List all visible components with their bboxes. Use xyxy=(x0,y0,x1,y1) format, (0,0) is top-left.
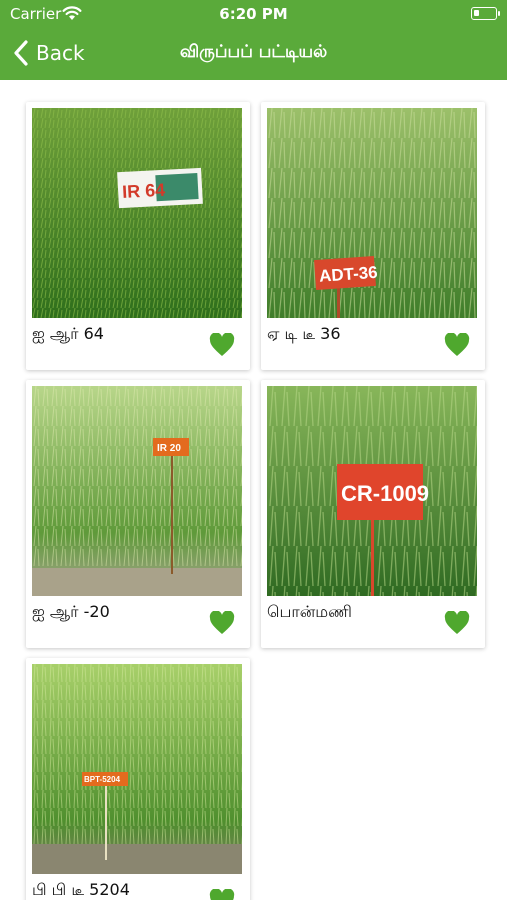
variety-name: ஏ டி டீ 36 xyxy=(267,324,341,343)
variety-card-bpt5204[interactable]: BPT-5204 பி பி டீ 5204 xyxy=(26,658,250,900)
rice-field-photo: BPT-5204 xyxy=(32,664,242,874)
variety-name: ஐ ஆர் -20 xyxy=(32,602,110,621)
rice-field-photo: IR 64 xyxy=(32,108,242,318)
rice-field-photo: ADT-36 xyxy=(267,108,477,318)
heart-icon[interactable] xyxy=(444,333,470,357)
wishlist-grid: IR 64 ஐ ஆர் 64 ADT-36 ஏ டி டீ 36 IR 20 ஐ… xyxy=(0,80,507,900)
variety-name: பி பி டீ 5204 xyxy=(32,880,130,899)
page-title: விருப்பப் பட்டியல் xyxy=(179,42,328,62)
variety-card-ponmani[interactable]: CR-1009 பொன்மணி xyxy=(261,380,485,648)
sign-text: BPT-5204 xyxy=(84,775,121,784)
heart-icon[interactable] xyxy=(444,611,470,635)
variety-card-adt36[interactable]: ADT-36 ஏ டி டீ 36 xyxy=(261,102,485,370)
variety-name: பொன்மணி xyxy=(267,602,352,621)
battery-icon xyxy=(471,7,500,20)
heart-icon[interactable] xyxy=(209,333,235,357)
variety-card-ir20[interactable]: IR 20 ஐ ஆர் -20 xyxy=(26,380,250,648)
variety-card-ir64[interactable]: IR 64 ஐ ஆர் 64 xyxy=(26,102,250,370)
heart-icon[interactable] xyxy=(209,889,235,900)
status-bar: Carrier 6:20 PM xyxy=(0,0,507,28)
heart-icon[interactable] xyxy=(209,611,235,635)
sign-text: IR 64 xyxy=(122,180,166,202)
variety-name: ஐ ஆர் 64 xyxy=(32,324,104,343)
sign-text: CR-1009 xyxy=(341,481,429,506)
rice-field-photo: IR 20 xyxy=(32,386,242,596)
clock: 6:20 PM xyxy=(219,5,288,23)
sign-text: IR 20 xyxy=(157,443,181,454)
navigation-bar: Carrier 6:20 PM Back விருப்பப் பட்டியல் xyxy=(0,0,507,80)
rice-field-photo: CR-1009 xyxy=(267,386,477,596)
